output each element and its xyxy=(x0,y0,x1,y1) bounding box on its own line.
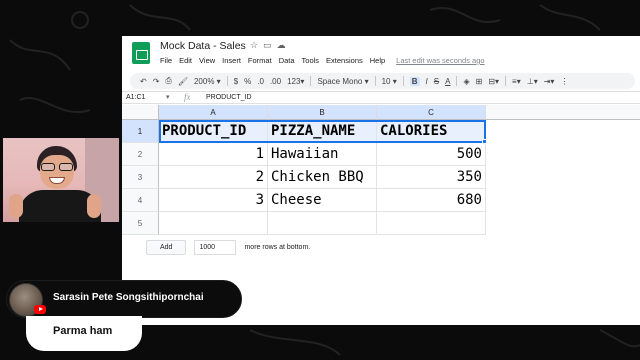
sheets-logo-icon[interactable] xyxy=(132,42,150,64)
cell-a2[interactable]: 1 xyxy=(159,143,268,166)
toolbar-divider xyxy=(402,76,404,86)
row-header-2[interactable]: 2 xyxy=(122,143,159,166)
menu-view[interactable]: View xyxy=(199,56,215,68)
title-icons: ☆▭☁ xyxy=(250,40,291,51)
vertical-align-icon[interactable]: ⊥▾ xyxy=(527,77,538,86)
last-edit-link[interactable]: Last edit was seconds ago xyxy=(396,56,484,68)
print-icon[interactable]: ⎙ xyxy=(165,76,171,86)
strikethrough-button[interactable]: S xyxy=(434,77,439,86)
column-header-empty xyxy=(486,105,640,120)
menu-file[interactable]: File xyxy=(160,56,172,68)
chat-message-text: Parma ham xyxy=(53,325,113,337)
menu-data[interactable]: Data xyxy=(279,56,295,68)
row-header-5[interactable]: 5 xyxy=(122,212,159,235)
increase-decimal-button[interactable]: .00 xyxy=(270,77,281,86)
star-icon[interactable]: ☆ xyxy=(250,40,263,50)
menu-tools[interactable]: Tools xyxy=(302,56,320,68)
select-all-corner[interactable] xyxy=(122,105,159,120)
fill-handle[interactable] xyxy=(482,139,487,144)
redo-icon[interactable]: ↷ xyxy=(153,77,160,86)
font-size-select[interactable]: 10 ▾ xyxy=(382,77,397,86)
cell-c5[interactable] xyxy=(377,212,486,235)
more-formats-button[interactable]: 123▾ xyxy=(287,77,304,86)
glasses-icon xyxy=(40,163,74,171)
chat-author-name: Sarasin Pete Songsithipornchai xyxy=(53,292,204,303)
fill-color-icon[interactable]: ◈ xyxy=(463,77,469,86)
menu-edit[interactable]: Edit xyxy=(179,56,192,68)
cell-b4[interactable]: Cheese xyxy=(268,189,377,212)
cell-b2[interactable]: Hawaiian xyxy=(268,143,377,166)
glasses-lens xyxy=(41,163,55,171)
toolbar: ↶ ↷ ⎙ 🖌 200% ▾ $ % .0 .00 123▾ Space Mon… xyxy=(130,73,635,89)
row-header-3[interactable]: 3 xyxy=(122,166,159,189)
row-header-1[interactable]: 1 xyxy=(122,120,159,143)
merge-cells-icon[interactable]: ⊟▾ xyxy=(488,77,499,86)
text-wrap-icon[interactable]: ⇥▾ xyxy=(544,77,555,86)
paint-format-icon[interactable]: 🖌 xyxy=(178,77,188,86)
more-options-icon[interactable]: ⋮ xyxy=(560,77,568,86)
currency-format-button[interactable]: $ xyxy=(234,77,238,86)
cell-a3[interactable]: 2 xyxy=(159,166,268,189)
column-header-a[interactable]: A xyxy=(159,105,268,120)
webcam-feed xyxy=(3,138,119,222)
cloud-status-icon[interactable]: ☁ xyxy=(277,40,291,50)
horizontal-align-icon[interactable]: ≡▾ xyxy=(512,77,521,86)
toolbar-divider xyxy=(374,76,376,86)
add-rows-button[interactable]: Add xyxy=(146,239,187,255)
cell-b1[interactable]: PIZZA_NAME xyxy=(268,120,377,143)
cell-c2[interactable]: 500 xyxy=(377,143,486,166)
toolbar-divider xyxy=(456,76,458,86)
font-size-value: 10 xyxy=(381,76,391,86)
menu-help[interactable]: Help xyxy=(370,56,385,68)
cell-c4[interactable]: 680 xyxy=(377,189,486,212)
font-value: Space Mono xyxy=(317,76,363,86)
title-bar: Mock Data - Sales ☆▭☁ File Edit View Ins… xyxy=(122,36,640,68)
cell-a5[interactable] xyxy=(159,212,268,235)
move-folder-icon[interactable]: ▭ xyxy=(263,40,277,50)
zoom-select[interactable]: 200% ▾ xyxy=(194,77,221,86)
rows-label: more rows at bottom. xyxy=(244,243,311,251)
borders-icon[interactable]: ⊞ xyxy=(476,77,483,86)
add-rows-bar: Add more rows at bottom. xyxy=(146,239,310,255)
percent-format-button[interactable]: % xyxy=(244,77,251,86)
cell-b5[interactable] xyxy=(268,212,377,235)
document-title[interactable]: Mock Data - Sales xyxy=(160,40,246,52)
rows-count-input[interactable] xyxy=(194,239,237,255)
zoom-value: 200% xyxy=(193,76,215,86)
cell-a1[interactable]: PRODUCT_ID xyxy=(159,120,268,143)
toolbar-divider xyxy=(505,76,507,86)
menu-format[interactable]: Format xyxy=(248,56,272,68)
more-formats-label: 123 xyxy=(287,76,301,86)
menu-insert[interactable]: Insert xyxy=(222,56,241,68)
text-color-button[interactable]: A xyxy=(445,77,450,86)
decrease-decimal-button[interactable]: .0 xyxy=(257,77,264,86)
column-header-c[interactable]: C xyxy=(377,105,486,120)
menu-bar: File Edit View Insert Format Data Tools … xyxy=(160,56,485,68)
name-box[interactable]: A1:C1 xyxy=(126,94,145,101)
fx-icon: fx xyxy=(184,92,191,102)
glasses-lens xyxy=(59,163,73,171)
formula-input[interactable]: PRODUCT_ID xyxy=(206,94,252,101)
chevron-down-icon[interactable]: ▾ xyxy=(166,93,170,101)
undo-icon[interactable]: ↶ xyxy=(140,77,147,86)
cell-a4[interactable]: 3 xyxy=(159,189,268,212)
cell-c1[interactable]: CALORIES xyxy=(377,120,486,143)
toolbar-divider xyxy=(310,76,312,86)
row-header-4[interactable]: 4 xyxy=(122,189,159,212)
presenter-hand xyxy=(87,194,101,218)
column-header-b[interactable]: B xyxy=(268,105,377,120)
youtube-icon xyxy=(34,305,46,314)
formula-bar: A1:C1 ▾ fx PRODUCT_ID xyxy=(122,91,640,104)
presenter-hand xyxy=(9,194,23,218)
italic-button[interactable]: I xyxy=(426,77,428,86)
cell-c3[interactable]: 350 xyxy=(377,166,486,189)
bold-button[interactable]: B xyxy=(409,76,420,86)
toolbar-divider xyxy=(226,76,228,86)
font-select[interactable]: Space Mono ▾ xyxy=(317,77,368,86)
menu-extensions[interactable]: Extensions xyxy=(326,56,363,68)
cell-b3[interactable]: Chicken BBQ xyxy=(268,166,377,189)
